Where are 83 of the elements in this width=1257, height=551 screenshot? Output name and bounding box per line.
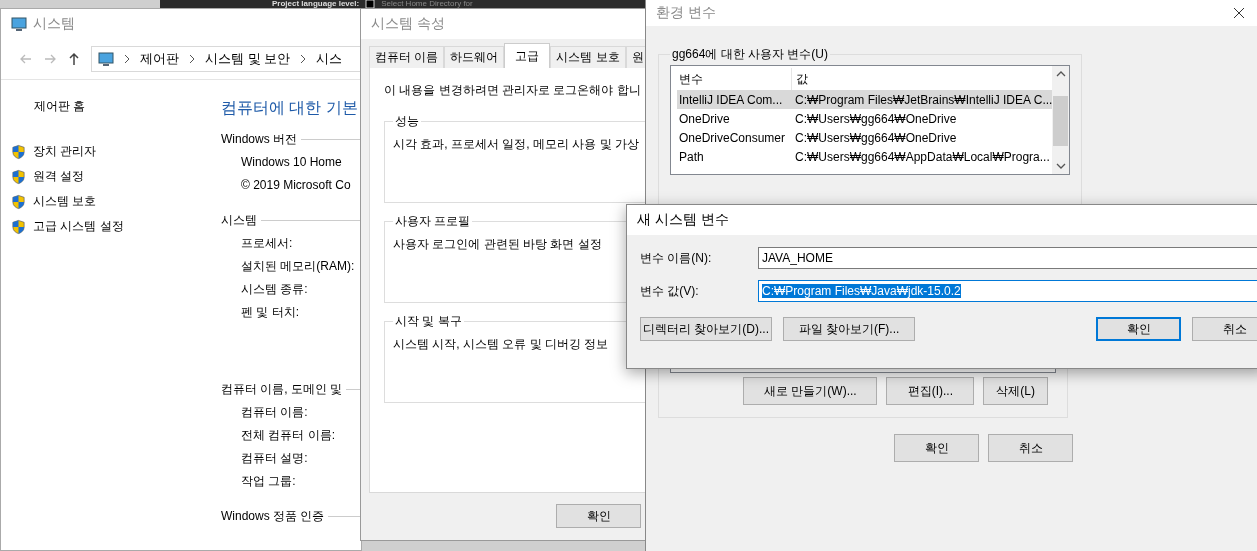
dialog-button[interactable]: 취소 — [1192, 317, 1257, 341]
list-row[interactable]: OneDriveConsumer C:₩Users₩gg664₩OneDrive — [677, 128, 1053, 147]
variable-value: C:₩Program Files₩JetBrains₩IntelliJ IDEA C... — [794, 92, 1053, 107]
variable-action-button[interactable]: 편집(I)... — [886, 377, 975, 405]
dialog-button[interactable]: 확인 — [1096, 317, 1181, 341]
info-label: 컴퓨터 이름: — [240, 404, 309, 421]
scrollbar[interactable] — [1052, 66, 1070, 174]
dialog-button[interactable]: 확인 — [894, 434, 979, 462]
sidebar-link[interactable]: 시스템 보호 — [33, 193, 97, 210]
input-field[interactable]: JAVA_HOME — [758, 247, 1257, 269]
info-label: 설치된 메모리(RAM): — [240, 258, 356, 275]
field-label: 변수 값(V): — [640, 282, 700, 300]
sidebar-link[interactable]: 고급 시스템 설정 — [33, 218, 124, 235]
group-description: 사용자 로그인에 관련된 바탕 화면 설정 — [393, 237, 602, 251]
setting-label: Project language level: — [272, 0, 360, 8]
shield-icon — [11, 218, 26, 235]
variable-action-button[interactable]: 새로 만들기(W)... — [743, 377, 878, 405]
section-title: Windows 버전 — [221, 131, 297, 148]
sidebar-link[interactable]: 원격 설정 — [33, 168, 85, 185]
info-label: 전체 컴퓨터 이름: — [240, 427, 336, 444]
group-title: 성능 — [394, 113, 420, 130]
variable-name: IntelliJ IDEA Com... — [678, 92, 784, 107]
variable-value: C:₩Users₩gg664₩OneDrive — [794, 111, 957, 126]
scroll-up-icon[interactable] — [1055, 70, 1066, 78]
close-icon[interactable] — [1233, 7, 1245, 19]
info-label: 작업 그룹: — [240, 473, 297, 490]
field-label: 변수 이름(N): — [640, 249, 713, 267]
ok-button[interactable]: 확인 — [556, 504, 641, 528]
variable-action-button[interactable]: 삭제(L) — [983, 377, 1048, 405]
tab[interactable]: 시스템 보호 — [550, 46, 626, 68]
info-label: Windows 10 Home — [240, 154, 343, 171]
variable-value: C:₩Users₩gg664₩OneDrive — [794, 130, 957, 145]
sidebar-link[interactable]: 제어판 홈 — [11, 98, 221, 115]
window-title: 새 시스템 변수 — [637, 211, 729, 229]
shield-icon — [11, 193, 26, 210]
list-row[interactable]: Path C:₩Users₩gg664₩AppData₩Local₩Progra... — [677, 147, 1053, 166]
monitor-icon — [11, 16, 27, 32]
variable-name: OneDriveConsumer — [678, 130, 787, 145]
breadcrumb-item[interactable]: 시스템 및 보안 — [205, 50, 291, 68]
monitor-icon — [98, 51, 114, 67]
info-label: 컴퓨터 설명: — [240, 450, 309, 467]
group-description: 시각 효과, 프로세서 일정, 메모리 사용 및 가상 — [393, 137, 639, 151]
chevron-icon — [300, 54, 307, 64]
chevron-icon — [189, 54, 195, 64]
column-header[interactable]: 값 — [792, 70, 808, 88]
dialog-button[interactable]: 취소 — [988, 434, 1073, 462]
list-row[interactable]: IntelliJ IDEA Com... C:₩Program Files₩JetBrains₩IntelliJ IDEA C... — [677, 90, 1053, 109]
input-field[interactable]: C:₩Program Files₩Java₩jdk-15.0.2 — [758, 280, 1257, 302]
tab[interactable]: 하드웨어 — [444, 46, 505, 68]
section-title: 시스템 — [221, 212, 257, 229]
sidebar-link[interactable]: 장치 관리자 — [33, 143, 97, 160]
variable-name: Path — [678, 149, 705, 164]
breadcrumb-item[interactable]: 제어판 — [140, 50, 179, 68]
info-label: 펜 및 터치: — [240, 304, 300, 321]
group-title: 시작 및 복구 — [394, 313, 463, 330]
tab[interactable]: 고급 — [504, 43, 551, 68]
notice-text: 이 내용을 변경하려면 관리자로 로그온해야 합니 — [384, 82, 642, 99]
info-label: 시스템 종류: — [240, 281, 309, 298]
info-label: 프로세서: — [240, 235, 294, 252]
window-title: 시스템 — [33, 15, 75, 33]
list-row[interactable]: OneDrive C:₩Users₩gg664₩OneDrive — [677, 109, 1053, 128]
tab[interactable]: 컴퓨터 이름 — [369, 46, 445, 68]
scroll-down-icon[interactable] — [1055, 162, 1066, 170]
chevron-icon — [124, 54, 130, 64]
section-title: Windows 정품 인증 — [221, 508, 325, 525]
browse-button[interactable]: 파일 찾아보기(F)... — [783, 317, 915, 341]
info-label: © 2019 Microsoft Co — [240, 177, 352, 194]
browse-button[interactable]: 디렉터리 찾아보기(D)... — [640, 317, 772, 341]
up-icon[interactable] — [67, 52, 81, 66]
variable-value: C:₩Users₩gg664₩AppData₩Local₩Progra... — [794, 149, 1050, 164]
breadcrumb-item[interactable]: 시스 — [316, 50, 343, 68]
variable-name: OneDrive — [678, 111, 731, 126]
address-bar[interactable]: 제어판 시스템 및 보안 시스 — [91, 46, 361, 72]
window-title: 환경 변수 — [656, 4, 716, 22]
group-title: gg664에 대한 사용자 변수(U) — [671, 46, 830, 63]
shield-icon — [11, 143, 26, 160]
window-title: 시스템 속성 — [371, 15, 445, 33]
page-heading: 컴퓨터에 대한 기본 — [221, 98, 359, 118]
section-title: 컴퓨터 이름, 도메인 및 — [221, 381, 343, 398]
group-title: 사용자 프로필 — [394, 213, 472, 230]
shield-icon — [11, 168, 26, 185]
group-description: 시스템 시작, 시스템 오류 및 디버깅 정보 — [393, 337, 609, 351]
dialog-hint: Select Home Directory for — [381, 0, 473, 8]
